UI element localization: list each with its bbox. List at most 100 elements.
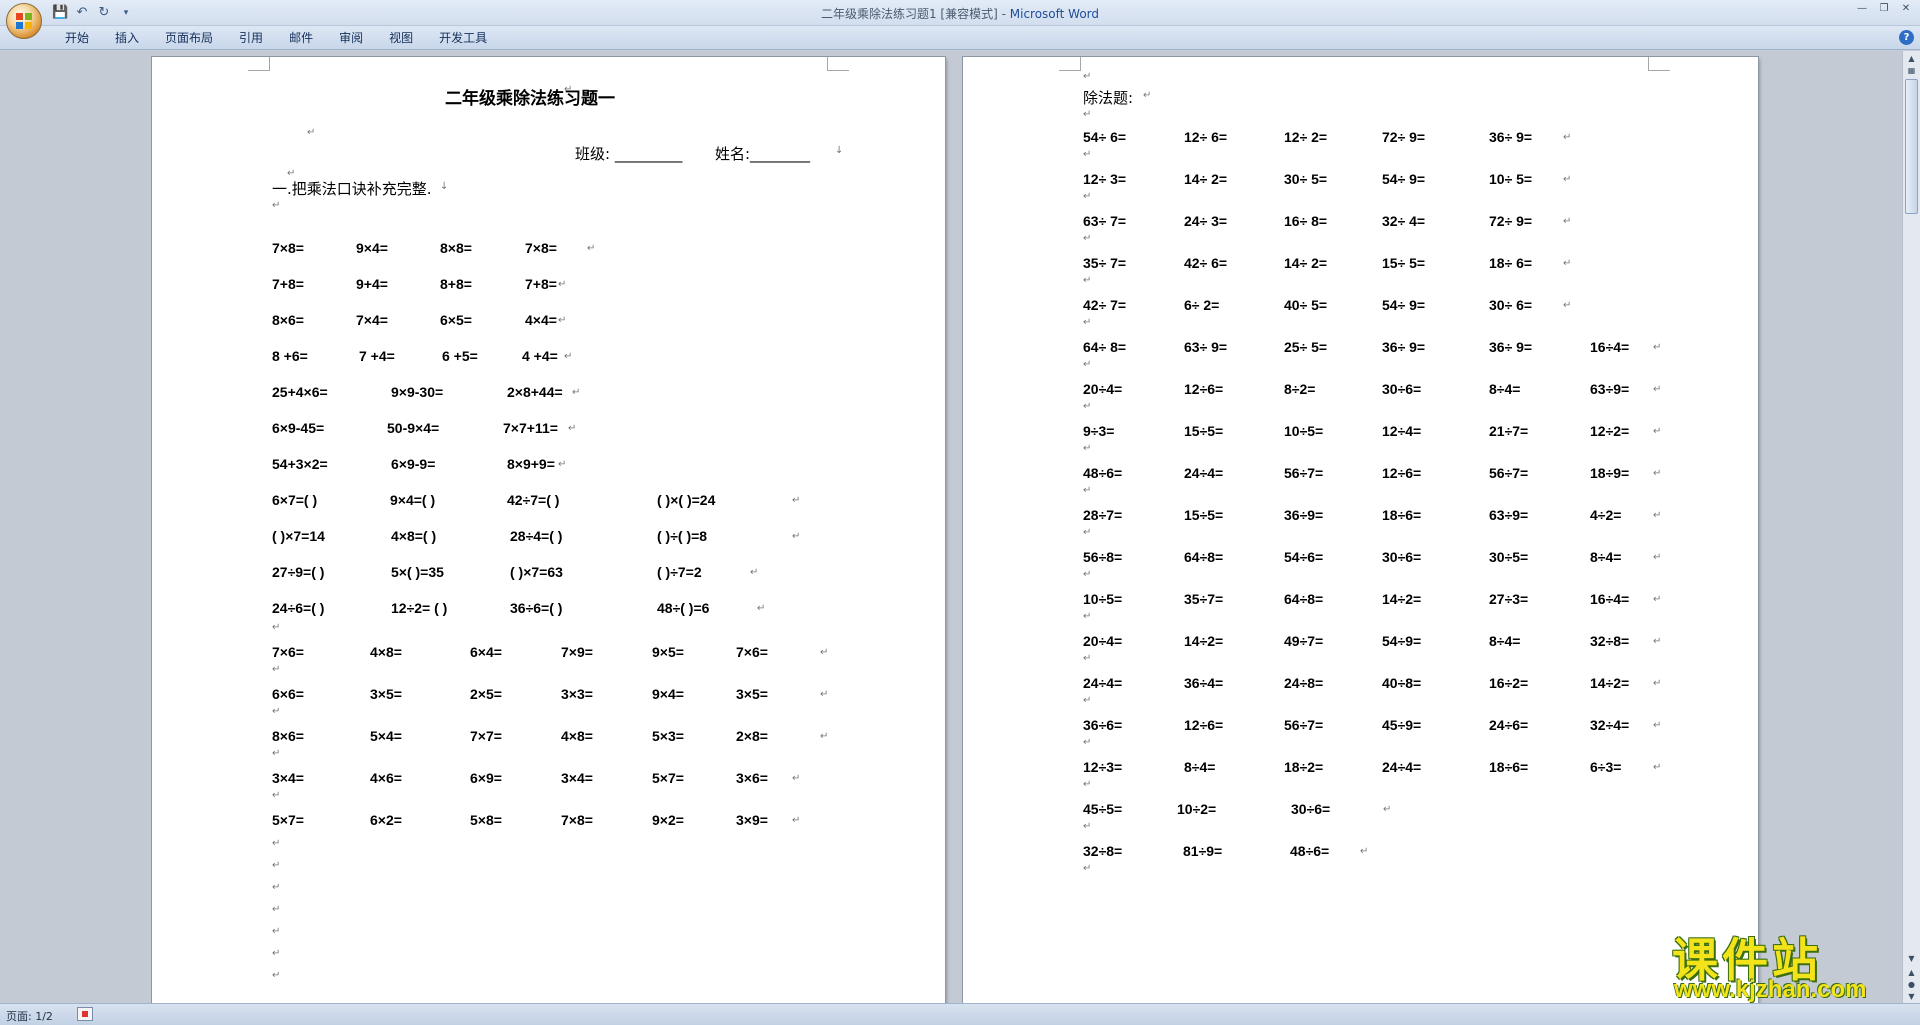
paragraph-mark-icon: ↵	[792, 495, 801, 506]
vertical-scrollbar[interactable]: ▲ ▦ ▼ ▲ ● ▼	[1902, 51, 1920, 1003]
equation: 42÷ 7=	[1083, 297, 1127, 313]
equation: 10÷2=	[1177, 801, 1217, 817]
proofing-icon[interactable]	[77, 1007, 93, 1021]
paragraph-mark-icon: ↵	[1083, 695, 1092, 706]
paragraph-mark-icon: ↵	[1083, 149, 1092, 160]
paragraph-mark-icon: ↵	[558, 315, 567, 326]
equation: 5×7=	[272, 812, 304, 828]
equation: 16÷4=	[1590, 339, 1630, 355]
paragraph-mark-icon: ↵	[1083, 233, 1092, 244]
equation: 63÷ 7=	[1083, 213, 1127, 229]
scroll-up-icon[interactable]: ▲	[1905, 53, 1918, 65]
equation: 36÷ 9=	[1382, 339, 1426, 355]
equation: 4×4=	[525, 312, 557, 328]
help-icon[interactable]: ?	[1899, 30, 1914, 45]
paragraph-mark-icon: ↵	[820, 689, 829, 700]
equation: 14÷ 2=	[1284, 255, 1328, 271]
page-count-status[interactable]: 页面: 1/2	[6, 1008, 53, 1024]
paragraph-mark-icon: ↵	[1653, 594, 1662, 605]
equation: 32÷4=	[1590, 717, 1630, 733]
equation: 72÷ 9=	[1382, 129, 1426, 145]
tab-view[interactable]: 视图	[376, 30, 426, 46]
paragraph-mark-icon: ↵	[1563, 258, 1572, 269]
select-browse-object-icon[interactable]: ●	[1905, 979, 1918, 991]
equation: 28÷7=	[1083, 507, 1123, 523]
equation: 7+8=	[272, 276, 304, 292]
next-page-icon[interactable]: ▼	[1905, 991, 1918, 1003]
equation: 15÷ 5=	[1382, 255, 1426, 271]
equation: ( )÷( )=8	[657, 528, 708, 544]
paragraph-mark-icon: ↵	[272, 904, 281, 915]
equation: 24÷4=	[1184, 465, 1224, 481]
document-page-2[interactable]: ↵ 除法题: ↵ ↵ 54÷ 6= 12÷ 6= 12÷ 2= 72÷ 9= 36÷ 9= ↵ 12…	[963, 57, 1758, 1003]
paragraph-mark-icon: ↵	[272, 622, 281, 633]
equation: 9×9-30=	[391, 384, 444, 400]
equation: 56÷8=	[1083, 549, 1123, 565]
document-page-1[interactable]: 二年级乘除法练习题一 ↵ ↵ 班级: _________ 姓名:________ ↓ ↵ 一.…	[152, 57, 945, 1003]
equation: 16÷2=	[1489, 675, 1529, 691]
tab-developer[interactable]: 开发工具	[426, 30, 500, 46]
equation: 8÷4=	[1590, 549, 1622, 565]
equation: 45÷9=	[1382, 717, 1422, 733]
minimize-icon[interactable]: —	[1852, 2, 1872, 16]
ruler-toggle-icon[interactable]: ▦	[1905, 65, 1918, 77]
tab-mailings[interactable]: 邮件	[276, 30, 326, 46]
equation: 12÷ 3=	[1083, 171, 1127, 187]
equation: 48÷6=	[1083, 465, 1123, 481]
equation: 3×9=	[736, 812, 768, 828]
equation: 15÷5=	[1184, 423, 1224, 439]
equation: 48÷( )=6	[657, 600, 710, 616]
equation: 7×8=	[272, 240, 304, 256]
paragraph-mark-icon: ↵	[272, 838, 281, 849]
paragraph-mark-icon: ↵	[1360, 846, 1369, 857]
paragraph-mark-icon: ↵	[820, 647, 829, 658]
tab-references[interactable]: 引用	[226, 30, 276, 46]
equation: 12÷ 2=	[1284, 129, 1328, 145]
equation: 54÷ 9=	[1382, 171, 1426, 187]
equation: 63÷9=	[1590, 381, 1630, 397]
paragraph-mark-icon: ↵	[572, 387, 581, 398]
equation: 81÷9=	[1183, 843, 1223, 859]
window-controls: — ❐ ✕	[1852, 2, 1916, 16]
paragraph-mark-icon: ↵	[272, 706, 281, 717]
office-button[interactable]	[6, 3, 42, 39]
equation: 8+8=	[440, 276, 472, 292]
scroll-down-icon[interactable]: ▼	[1905, 953, 1918, 965]
scroll-thumb[interactable]	[1905, 79, 1918, 214]
equation: 6×4=	[470, 644, 502, 660]
paragraph-mark-icon: ↵	[1563, 132, 1572, 143]
paragraph-mark-icon: ↵	[272, 664, 281, 675]
equation: 36÷4=	[1184, 675, 1224, 691]
tab-page-layout[interactable]: 页面布局	[152, 30, 226, 46]
tab-insert[interactable]: 插入	[102, 30, 152, 46]
equation: 8÷2=	[1284, 381, 1316, 397]
equation: 12÷2= ( )	[391, 600, 448, 616]
paragraph-mark-icon: ↵	[1143, 90, 1152, 101]
equation: 2×8=	[736, 728, 768, 744]
paragraph-mark-icon: ↵	[1653, 342, 1662, 353]
equation: 2×8+44=	[507, 384, 563, 400]
crop-mark	[1648, 57, 1670, 71]
equation: 6÷ 2=	[1184, 297, 1220, 313]
equation: 7×7+11=	[503, 420, 558, 436]
equation: 6÷3=	[1590, 759, 1622, 775]
equation: 6×6=	[272, 686, 304, 702]
equation: 18÷ 6=	[1489, 255, 1533, 271]
equation: 72÷ 9=	[1489, 213, 1533, 229]
equation: 6×7=( )	[272, 492, 318, 508]
restore-icon[interactable]: ❐	[1874, 2, 1894, 16]
tab-home[interactable]: 开始	[52, 30, 102, 46]
paragraph-mark-icon: ↵	[1563, 216, 1572, 227]
equation: 12÷6=	[1184, 717, 1224, 733]
equation: 50-9×4=	[387, 420, 440, 436]
paragraph-mark-icon: ↵	[1083, 653, 1092, 664]
previous-page-icon[interactable]: ▲	[1905, 967, 1918, 979]
document-area: 二年级乘除法练习题一 ↵ ↵ 班级: _________ 姓名:________ ↓ ↵ 一.…	[0, 51, 1902, 1003]
paragraph-mark-icon: ↵	[1083, 443, 1092, 454]
equation: 32÷ 4=	[1382, 213, 1426, 229]
equation: 64÷ 8=	[1083, 339, 1127, 355]
close-icon[interactable]: ✕	[1896, 2, 1916, 16]
equation: 24÷8=	[1284, 675, 1324, 691]
equation: 42÷ 6=	[1184, 255, 1228, 271]
tab-review[interactable]: 审阅	[326, 30, 376, 46]
